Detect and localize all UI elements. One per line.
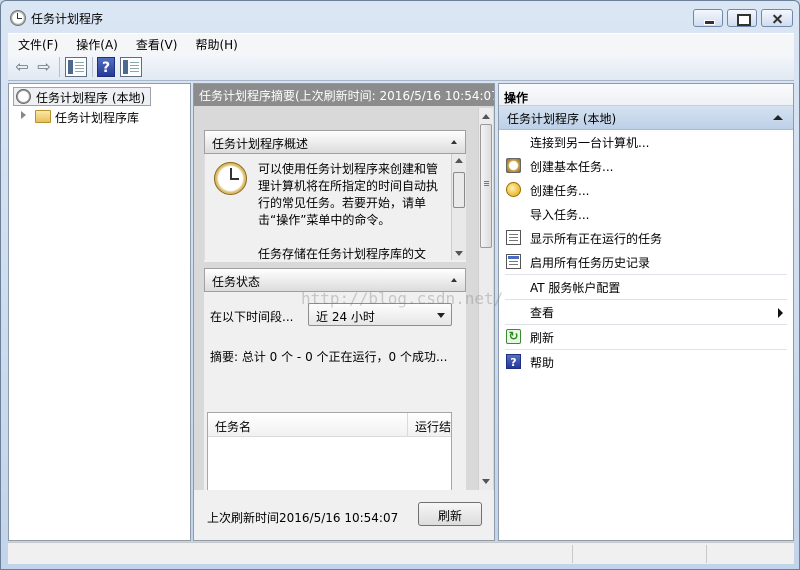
overview-section-title: 任务计划程序概述 [212, 137, 309, 151]
collapse-icon[interactable] [773, 115, 783, 120]
period-label: 在以下时间段... [210, 310, 294, 324]
overview-section: 任务计划程序概述 可以使用任务计划程序来创建和管理计算机将在所指定的时间自动执行… [204, 130, 466, 262]
task-status-section-title: 任务状态 [212, 275, 261, 289]
actions-group-task-scheduler-local[interactable]: 任务计划程序 (本地) [499, 106, 793, 130]
chevron-down-icon [437, 313, 445, 318]
title-bar: 任务计划程序 [1, 1, 799, 33]
window-controls [693, 9, 793, 27]
task-history-icon [506, 254, 521, 269]
action-label: 显示所有正在运行的任务 [530, 232, 663, 246]
help-icon[interactable]: ? [97, 57, 115, 77]
summary-pane: 任务计划程序摘要(上次刷新时间: 2016/5/16 10:54:07) 任务计… [193, 83, 495, 541]
overview-body: 可以使用任务计划程序来创建和管理计算机将在所指定的时间自动执行的常见任务。若要开… [204, 154, 466, 260]
summary-footer: 上次刷新时间2016/5/16 10:54:07 刷新 [194, 490, 494, 540]
toolbar-separator [92, 57, 93, 77]
scroll-down-icon[interactable] [455, 251, 463, 256]
action-label: 创建基本任务... [530, 160, 614, 174]
status-bar [8, 542, 794, 564]
action-create-task[interactable]: 创建任务... [499, 178, 793, 202]
help-icon: ? [506, 354, 521, 369]
summary-header: 任务计划程序摘要(上次刷新时间: 2016/5/16 10:54:07) [194, 84, 494, 106]
minimize-button[interactable] [693, 9, 723, 27]
window-title: 任务计划程序 [31, 12, 104, 26]
maximize-button[interactable] [727, 9, 757, 27]
overview-description-more: 任务存储在任务计划程序库的文 [258, 247, 427, 260]
action-label: 启用所有任务历史记录 [530, 256, 651, 270]
watermark: http://blog.csdn.net/ [301, 289, 504, 308]
action-refresh[interactable]: ↻ 刷新 [499, 325, 793, 349]
show-hide-console-tree-icon[interactable] [65, 57, 87, 77]
tree-item-task-scheduler-library[interactable]: 任务计划程序库 [21, 108, 139, 126]
last-refresh-time: 上次刷新时间2016/5/16 10:54:07 [207, 511, 399, 525]
show-hide-action-pane-icon[interactable] [120, 57, 142, 77]
menu-view[interactable]: 查看(V) [126, 34, 186, 53]
action-connect-computer[interactable]: 连接到另一台计算机... [499, 130, 793, 154]
action-import-task[interactable]: 导入任务... [499, 202, 793, 226]
status-cell [572, 545, 573, 563]
toolbar-separator [59, 57, 60, 77]
tree-item-label: 任务计划程序库 [55, 111, 140, 125]
tree-item-label: 任务计划程序 (本地) [36, 91, 146, 105]
action-label: 帮助 [530, 356, 555, 370]
action-label: AT 服务帐户配置 [530, 281, 621, 295]
action-enable-task-history[interactable]: 启用所有任务历史记录 [499, 250, 793, 274]
collapse-icon[interactable] [451, 140, 457, 144]
action-label: 创建任务... [530, 184, 590, 198]
action-label: 刷新 [530, 331, 555, 345]
scroll-down-icon[interactable] [482, 479, 490, 484]
overview-section-header[interactable]: 任务计划程序概述 [204, 130, 466, 154]
menu-file[interactable]: 文件(F) [8, 34, 66, 53]
status-summary: 摘要: 总计 0 个 - 0 个正在运行，0 个成功... [210, 350, 448, 364]
collapse-icon[interactable] [451, 278, 457, 282]
toolbar: ⇦ ⇨ ? [8, 53, 794, 81]
actions-header: 操作 [499, 84, 793, 106]
menu-bar: 文件(F) 操作(A) 查看(V) 帮助(H) [8, 33, 794, 53]
create-task-icon [506, 182, 521, 197]
action-at-service-account[interactable]: AT 服务帐户配置 [499, 275, 793, 299]
action-create-basic-task[interactable]: 创建基本任务... [499, 154, 793, 178]
scroll-thumb[interactable] [453, 172, 465, 208]
console-tree-pane: 任务计划程序 (本地) 任务计划程序库 [8, 83, 191, 541]
expand-arrow-icon[interactable] [21, 111, 26, 119]
task-status-table: 任务名 运行结 [207, 412, 452, 490]
refresh-icon: ↻ [506, 329, 521, 344]
running-tasks-icon [506, 230, 521, 245]
app-window: 任务计划程序 文件(F) 操作(A) 查看(V) 帮助(H) ⇦ ⇨ ? 任务计… [0, 0, 800, 570]
column-header-run-result[interactable]: 运行结 [408, 413, 451, 437]
scroll-up-icon[interactable] [455, 158, 463, 163]
close-button[interactable] [761, 9, 793, 27]
scroll-thumb[interactable] [480, 124, 492, 248]
period-select-value: 近 24 小时 [316, 310, 375, 324]
clock-icon [16, 89, 31, 104]
create-basic-task-icon [506, 158, 521, 173]
task-status-body: 在以下时间段... 近 24 小时 摘要: 总计 0 个 - 0 个正在运行，0… [204, 292, 466, 490]
back-arrow-icon[interactable]: ⇦ [11, 57, 33, 77]
status-cell [706, 545, 707, 563]
clock-icon [10, 10, 26, 26]
overview-description: 可以使用任务计划程序来创建和管理计算机将在所指定的时间自动执行的常见任务。若要开… [258, 161, 440, 260]
task-scheduler-clock-icon [214, 162, 247, 195]
actions-pane: 操作 任务计划程序 (本地) 连接到另一台计算机... 创建基本任务... 创建… [498, 83, 794, 541]
menu-action[interactable]: 操作(A) [66, 34, 126, 53]
action-label: 连接到另一台计算机... [530, 136, 650, 150]
menu-help[interactable]: 帮助(H) [185, 34, 245, 53]
overview-description-text: 可以使用任务计划程序来创建和管理计算机将在所指定的时间自动执行的常见任务。若要开… [258, 162, 439, 227]
forward-arrow-icon[interactable]: ⇨ [33, 57, 55, 77]
folder-clock-icon [35, 110, 51, 123]
refresh-button[interactable]: 刷新 [418, 502, 482, 526]
tree-item-task-scheduler-local[interactable]: 任务计划程序 (本地) [13, 87, 152, 106]
submenu-arrow-icon [778, 308, 783, 318]
scroll-up-icon[interactable] [482, 114, 490, 119]
action-label: 导入任务... [530, 208, 590, 222]
action-label: 查看 [530, 306, 555, 320]
overview-scrollbar[interactable] [451, 154, 466, 260]
action-show-running-tasks[interactable]: 显示所有正在运行的任务 [499, 226, 793, 250]
actions-group-label: 任务计划程序 (本地) [507, 112, 617, 126]
column-header-task-name[interactable]: 任务名 [208, 413, 408, 437]
action-help[interactable]: ? 帮助 [499, 350, 793, 374]
action-view[interactable]: 查看 [499, 300, 793, 324]
